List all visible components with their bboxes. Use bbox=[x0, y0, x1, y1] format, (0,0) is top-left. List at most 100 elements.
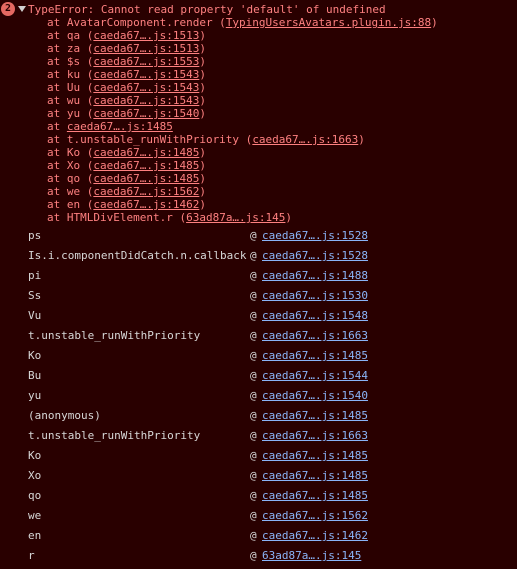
stack-frame: at ku (caeda67….js:1543) bbox=[47, 68, 438, 81]
frame-text: at qa ( bbox=[47, 29, 94, 42]
frame-source-link[interactable]: TypingUsersAvatars.plugin.js:88 bbox=[226, 16, 431, 29]
callstack-source-link[interactable]: caeda67….js:1485 bbox=[262, 489, 368, 503]
at-symbol: @ bbox=[250, 369, 257, 382]
callstack-function-name: qo bbox=[28, 489, 42, 502]
callstack-function-name: Vu bbox=[28, 309, 42, 322]
callstack-row: Is.i.componentDidCatch.n.callback @ caeda6… bbox=[0, 249, 517, 269]
at-symbol: @ bbox=[250, 549, 257, 562]
callstack-row: r @63ad87a….js:145 bbox=[0, 549, 517, 569]
stack-frame: at we (caeda67….js:1562) bbox=[47, 185, 438, 198]
devtools-console: 2 TypeError: Cannot read property 'defau… bbox=[0, 0, 517, 567]
frame-close-paren: ) bbox=[358, 133, 365, 146]
callstack-row: ps @ caeda67….js:1528 bbox=[0, 229, 517, 249]
frame-source-link[interactable]: caeda67….js:1485 bbox=[93, 172, 199, 185]
stack-frame: at wu (caeda67….js:1543) bbox=[47, 94, 438, 107]
frame-close-paren: ) bbox=[199, 29, 206, 42]
callstack-function-name: t.unstable_runWithPriority bbox=[28, 329, 201, 342]
frame-source-link[interactable]: caeda67….js:1562 bbox=[93, 185, 199, 198]
at-symbol: @ bbox=[250, 249, 257, 262]
callstack-row: (anonymous) @ caeda67….js:1485 bbox=[0, 409, 517, 429]
frame-source-link[interactable]: caeda67….js:1462 bbox=[93, 198, 199, 211]
frame-close-paren: ) bbox=[285, 211, 293, 224]
at-symbol: @ bbox=[250, 289, 257, 302]
at-symbol: @ bbox=[250, 429, 257, 442]
callstack-source-link[interactable]: caeda67….js:1544 bbox=[262, 369, 368, 383]
callstack-function-name: we bbox=[28, 509, 42, 522]
frame-source-link[interactable]: caeda67….js:1543 bbox=[93, 81, 199, 94]
stack-frame: at yu (caeda67….js:1540) bbox=[47, 107, 438, 120]
callstack-function-name: (anonymous) bbox=[28, 409, 101, 422]
frame-close-paren: ) bbox=[431, 16, 438, 29]
callstack-source-link[interactable]: caeda67….js:1663 bbox=[262, 429, 368, 443]
callstack-function-name: yu bbox=[28, 389, 42, 402]
callstack-source-link[interactable]: caeda67….js:1530 bbox=[262, 289, 368, 303]
callstack-row: Bu @ caeda67….js:1544 bbox=[0, 369, 517, 389]
callstack-function-name: Xo bbox=[28, 469, 42, 482]
frame-text: at $s ( bbox=[47, 55, 94, 68]
error-count-badge: 2 bbox=[1, 2, 15, 16]
callstack-source-link[interactable]: caeda67….js:1485 bbox=[262, 469, 368, 483]
callstack-source-link[interactable]: caeda67….js:1462 bbox=[262, 529, 368, 543]
frame-source-link[interactable]: caeda67….js:1553 bbox=[93, 55, 199, 68]
frame-source-link[interactable]: 63ad87a….js:145 bbox=[186, 211, 285, 224]
frame-text: at za ( bbox=[47, 42, 94, 55]
callstack-function-name: Ss bbox=[28, 289, 42, 302]
frame-text: at yu ( bbox=[47, 107, 94, 120]
frame-close-paren: ) bbox=[199, 55, 206, 68]
callstack-function-name: ps bbox=[28, 229, 42, 242]
callstack-source-link[interactable]: caeda67….js:1528 bbox=[262, 249, 368, 263]
stack-frame: at AvatarComponent.render (TypingUsersAv… bbox=[47, 16, 438, 29]
error-message: TypeError: Cannot read property 'default… bbox=[28, 2, 386, 16]
callstack-function-name: r bbox=[28, 549, 35, 562]
frame-source-link[interactable]: caeda67….js:1543 bbox=[93, 68, 199, 81]
callstack-source-link[interactable]: caeda67….js:1663 bbox=[262, 329, 368, 343]
at-symbol: @ bbox=[250, 509, 257, 522]
at-symbol: @ bbox=[250, 409, 257, 422]
callstack-function-name: Bu bbox=[28, 369, 42, 382]
callstack-source-link[interactable]: caeda67….js:1540 bbox=[262, 389, 368, 403]
callstack-function-name: t.unstable_runWithPriority bbox=[28, 429, 201, 442]
frame-source-link[interactable]: caeda67….js:1663 bbox=[252, 133, 358, 146]
frame-text: at bbox=[47, 120, 67, 133]
error-header[interactable]: 2 TypeError: Cannot read property 'defau… bbox=[0, 2, 386, 16]
callstack-row: Vu @ caeda67….js:1548 bbox=[0, 309, 517, 329]
callstack-source-link[interactable]: caeda67….js:1485 bbox=[262, 449, 368, 463]
stack-frame: at Ko (caeda67….js:1485) bbox=[47, 146, 438, 159]
frame-source-link[interactable]: caeda67….js:1513 bbox=[93, 29, 199, 42]
callstack-row: t.unstable_runWithPriority @ caeda67….js:1… bbox=[0, 429, 517, 449]
stack-frame: at en (caeda67….js:1462) bbox=[47, 198, 438, 211]
expand-triangle-icon[interactable] bbox=[18, 6, 26, 12]
frame-source-link[interactable]: caeda67….js:1485 bbox=[93, 159, 199, 172]
frame-close-paren: ) bbox=[199, 107, 206, 120]
at-symbol: @ bbox=[250, 389, 257, 402]
callstack-source-link[interactable]: caeda67….js:1485 bbox=[262, 409, 368, 423]
callstack-function-name: Ko bbox=[28, 349, 42, 362]
frame-text: at Xo ( bbox=[47, 159, 94, 172]
frame-source-link[interactable]: caeda67….js:1485 bbox=[67, 120, 173, 133]
frame-source-link[interactable]: caeda67….js:1513 bbox=[93, 42, 199, 55]
callstack-row: Xo @ caeda67….js:1485 bbox=[0, 469, 517, 489]
frame-close-paren: ) bbox=[199, 94, 206, 107]
stack-frame: at HTMLDivElement.r (63ad87a….js:145) bbox=[47, 211, 438, 224]
frame-close-paren: ) bbox=[199, 146, 206, 159]
at-symbol: @ bbox=[250, 489, 257, 502]
callstack-source-link[interactable]: caeda67….js:1548 bbox=[262, 309, 368, 323]
frame-close-paren: ) bbox=[199, 81, 206, 94]
frame-source-link[interactable]: caeda67….js:1540 bbox=[93, 107, 199, 120]
at-symbol: @ bbox=[250, 469, 257, 482]
frame-text: at HTMLDivElement.r ( bbox=[47, 211, 187, 224]
frame-source-link[interactable]: caeda67….js:1543 bbox=[93, 94, 199, 107]
stack-frame: at t.unstable_runWithPriority (caeda67….… bbox=[47, 133, 438, 146]
callstack-function-name: pi bbox=[28, 269, 42, 282]
frame-close-paren: ) bbox=[199, 185, 206, 198]
frame-close-paren: ) bbox=[199, 198, 206, 211]
frame-close-paren: ) bbox=[199, 159, 206, 172]
frame-text: at ku ( bbox=[47, 68, 94, 81]
frame-source-link[interactable]: caeda67….js:1485 bbox=[93, 146, 199, 159]
callstack-source-link[interactable]: caeda67….js:1562 bbox=[262, 509, 368, 523]
callstack-source-link[interactable]: caeda67….js:1528 bbox=[262, 229, 368, 243]
callstack-source-link[interactable]: caeda67….js:1488 bbox=[262, 269, 368, 283]
frame-text: at en ( bbox=[47, 198, 94, 211]
callstack-source-link[interactable]: caeda67….js:1485 bbox=[262, 349, 368, 363]
callstack-source-link[interactable]: 63ad87a….js:145 bbox=[262, 549, 361, 563]
